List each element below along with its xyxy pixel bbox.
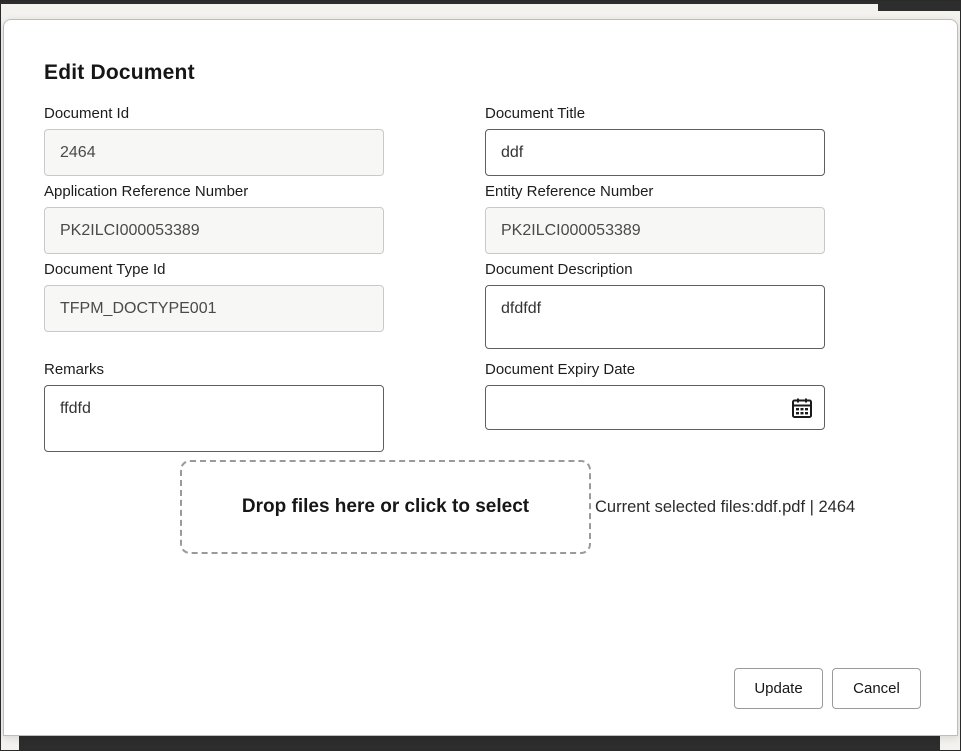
- field-application-reference-number: Application Reference Number: [44, 183, 384, 254]
- document-id-input: [44, 129, 384, 176]
- field-remarks: Remarks ffdfd: [44, 361, 384, 457]
- calendar-icon: [790, 396, 814, 420]
- field-entity-reference-number: Entity Reference Number: [485, 183, 825, 254]
- document-description-textarea[interactable]: dfdfdf: [485, 285, 825, 349]
- document-expiry-date-label: Document Expiry Date: [485, 361, 825, 378]
- modal-footer-buttons: Update Cancel: [734, 668, 921, 709]
- background-page-top-bar: [1, 1, 960, 4]
- document-expiry-date-input[interactable]: [485, 385, 825, 430]
- dropzone-label: Drop files here or click to select: [242, 496, 529, 518]
- document-id-label: Document Id: [44, 105, 384, 122]
- document-type-id-label: Document Type Id: [44, 261, 384, 278]
- cancel-button[interactable]: Cancel: [832, 668, 921, 709]
- screen: Edit Document Document Id Document Title…: [0, 0, 961, 751]
- field-document-description: Document Description dfdfdf: [485, 261, 825, 354]
- document-expiry-date-wrap: [485, 385, 825, 430]
- remarks-label: Remarks: [44, 361, 384, 378]
- field-document-title: Document Title: [485, 105, 825, 176]
- entity-reference-number-input: [485, 207, 825, 254]
- field-document-type-id: Document Type Id: [44, 261, 384, 332]
- edit-document-form: Document Id Document Title Application R…: [44, 105, 917, 457]
- document-title-label: Document Title: [485, 105, 825, 122]
- document-type-id-input: [44, 285, 384, 332]
- background-page-top-right-bar: [878, 1, 960, 11]
- application-reference-number-label: Application Reference Number: [44, 183, 384, 200]
- document-title-input[interactable]: [485, 129, 825, 176]
- entity-reference-number-label: Entity Reference Number: [485, 183, 825, 200]
- page-title: Edit Document: [44, 61, 917, 85]
- document-description-label: Document Description: [485, 261, 825, 278]
- calendar-picker-button[interactable]: [789, 395, 815, 421]
- background-page-bottom-bar: [19, 736, 940, 750]
- field-document-expiry-date: Document Expiry Date: [485, 361, 825, 430]
- field-document-id: Document Id: [44, 105, 384, 176]
- file-dropzone[interactable]: Drop files here or click to select: [180, 460, 591, 554]
- remarks-textarea[interactable]: ffdfd: [44, 385, 384, 452]
- edit-document-modal: Edit Document Document Id Document Title…: [3, 19, 958, 736]
- update-button[interactable]: Update: [734, 668, 823, 709]
- selected-files-text: Current selected files:ddf.pdf | 2464: [595, 498, 855, 517]
- application-reference-number-input: [44, 207, 384, 254]
- file-upload-row: Drop files here or click to select Curre…: [44, 460, 917, 554]
